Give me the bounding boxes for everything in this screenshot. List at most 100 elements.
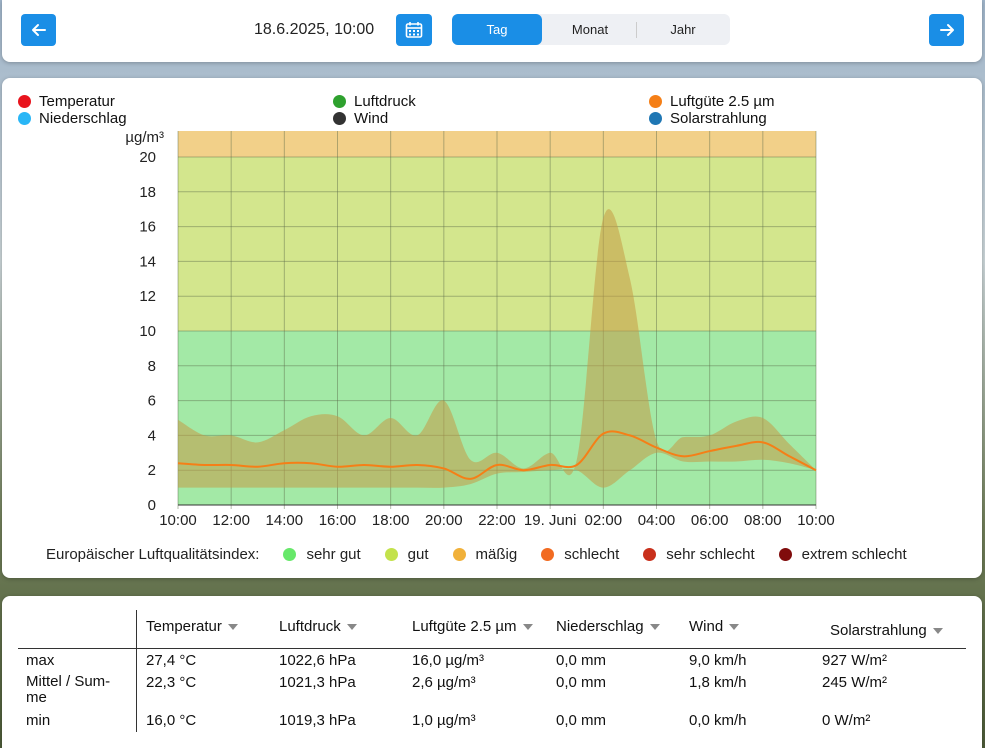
arrow-right-icon <box>939 24 954 36</box>
next-button[interactable] <box>929 14 964 46</box>
cell: 0,0 mm <box>556 712 607 729</box>
aqi-extrem-schlecht: extrem schlecht <box>778 546 907 563</box>
calendar-icon <box>405 22 423 38</box>
sort-caret-icon <box>227 623 238 630</box>
cell: 1019,3 hPa <box>279 712 356 729</box>
cell: 1022,6 hPa <box>279 652 356 669</box>
header-label: Wind <box>689 618 724 635</box>
tab-divider <box>636 22 637 38</box>
cell: 0,0 mm <box>556 652 607 669</box>
aqi-item-label: gut <box>407 546 429 563</box>
sort-caret-icon <box>649 623 660 630</box>
aqi-item-label: schlecht <box>564 546 620 563</box>
x-tick-label: 16:00 <box>319 512 357 529</box>
aqi-sehr-gut: sehr gut <box>283 546 361 563</box>
x-tick-label: 10:00 <box>797 512 835 529</box>
table-header-divider <box>18 648 966 649</box>
header-luftguete[interactable]: Luftgüte 2.5 µm <box>412 618 533 635</box>
chart-card: Temperatur Luftdruck Luftgüte 2.5 µm Nie… <box>2 78 982 578</box>
aqi-gut: gut <box>384 546 429 563</box>
aqi-dot <box>452 548 466 561</box>
y-tick-label: 14 <box>139 253 156 270</box>
cell: 0 W/m² <box>822 712 871 729</box>
y-tick-label: 2 <box>148 462 156 479</box>
cell: 1,0 µg/m³ <box>412 712 476 729</box>
x-tick-label: 14:00 <box>266 512 304 529</box>
x-tick-label: 02:00 <box>585 512 623 529</box>
cell: 1021,3 hPa <box>279 674 356 691</box>
y-tick-label: 0 <box>148 497 156 514</box>
tab-tag[interactable]: Tag <box>452 14 542 45</box>
air-quality-chart[interactable]: 0 2 4 6 8 10 12 14 16 18 20 10:00 12:00 14:00 16:00 18:… <box>2 78 982 538</box>
header-wind[interactable]: Wind <box>689 618 740 635</box>
header-label: Niederschlag <box>556 618 644 635</box>
aqi-sehr-schlecht: sehr schlecht <box>643 546 755 563</box>
aqi-item-label: sehr gut <box>306 546 361 563</box>
header-niederschlag[interactable]: Niederschlag <box>556 618 660 635</box>
row-label-min: min <box>26 712 51 729</box>
header-label: Temperatur <box>146 618 222 635</box>
x-tick-label: 12:00 <box>212 512 250 529</box>
x-tick-label: 20:00 <box>425 512 463 529</box>
y-tick-label: 18 <box>139 184 156 201</box>
cell: 0,0 mm <box>556 674 607 691</box>
aqi-item-label: mäßig <box>475 546 518 563</box>
calendar-button[interactable] <box>396 14 432 46</box>
header-solarstrahlung[interactable]: Solarstrahlung <box>830 622 943 639</box>
previous-button[interactable] <box>21 14 56 46</box>
x-tick-label: 04:00 <box>638 512 676 529</box>
aqi-schlecht: schlecht <box>541 546 619 563</box>
y-axis-label: µg/m³ <box>125 129 164 146</box>
cell: 245 W/m² <box>822 674 888 691</box>
sort-caret-icon <box>729 623 740 630</box>
x-tick-label: 22:00 <box>478 512 516 529</box>
tab-monat[interactable]: Monat <box>545 14 635 45</box>
aqi-dot <box>541 548 555 561</box>
aqi-item-label: sehr schlecht <box>666 546 755 563</box>
aqi-dot <box>384 548 398 561</box>
cell: 2,6 µg/m³ <box>412 674 476 691</box>
navigation-bar: 18.6.2025, 10:00 Tag Monat Jahr <box>2 0 982 62</box>
x-tick-label: 06:00 <box>691 512 729 529</box>
cell: 16,0 µg/m³ <box>412 652 485 669</box>
date-label: 18.6.2025, 10:00 <box>254 21 375 38</box>
x-tick-label: 19. Juni <box>524 512 577 529</box>
sort-caret-icon <box>522 623 533 630</box>
y-tick-label: 8 <box>148 358 156 375</box>
y-tick-label: 16 <box>139 219 156 236</box>
tab-jahr[interactable]: Jahr <box>638 14 728 45</box>
table-column-divider <box>136 610 137 732</box>
cell: 22,3 °C <box>146 674 197 691</box>
period-selector: Tag Monat Jahr <box>452 14 730 45</box>
sort-caret-icon <box>932 627 943 634</box>
aqi-maessig: mäßig <box>452 546 518 563</box>
aqi-label: Europäischer Luftqualitätsindex: <box>46 546 260 563</box>
cell: 27,4 °C <box>146 652 197 669</box>
header-temperatur[interactable]: Temperatur <box>146 618 238 635</box>
x-tick-label: 08:00 <box>744 512 782 529</box>
sort-caret-icon <box>346 623 357 630</box>
cell: 16,0 °C <box>146 712 197 729</box>
row-label-max: max <box>26 652 55 669</box>
y-tick-label: 4 <box>148 427 156 444</box>
y-tick-label: 10 <box>139 323 156 340</box>
header-label: Luftdruck <box>279 618 341 635</box>
x-tick-label: 10:00 <box>159 512 197 529</box>
cell: 1,8 km/h <box>689 674 747 691</box>
cell: 9,0 km/h <box>689 652 747 669</box>
cell: 927 W/m² <box>822 652 888 669</box>
aqi-item-label: extrem schlecht <box>801 546 907 563</box>
cell: 0,0 km/h <box>689 712 747 729</box>
x-tick-label: 18:00 <box>372 512 410 529</box>
aqi-dot <box>283 548 297 561</box>
y-tick-label: 12 <box>139 288 156 305</box>
y-tick-label: 20 <box>139 149 156 166</box>
header-label: Luftgüte 2.5 µm <box>412 618 517 635</box>
aqi-dot <box>778 548 792 561</box>
row-label-mittel: Mittel / Sum-me <box>26 673 111 706</box>
y-tick-label: 6 <box>148 393 156 410</box>
arrow-left-icon <box>31 24 46 36</box>
header-luftdruck[interactable]: Luftdruck <box>279 618 357 635</box>
aqi-dot <box>643 548 657 561</box>
header-label: Solarstrahlung <box>830 622 927 639</box>
